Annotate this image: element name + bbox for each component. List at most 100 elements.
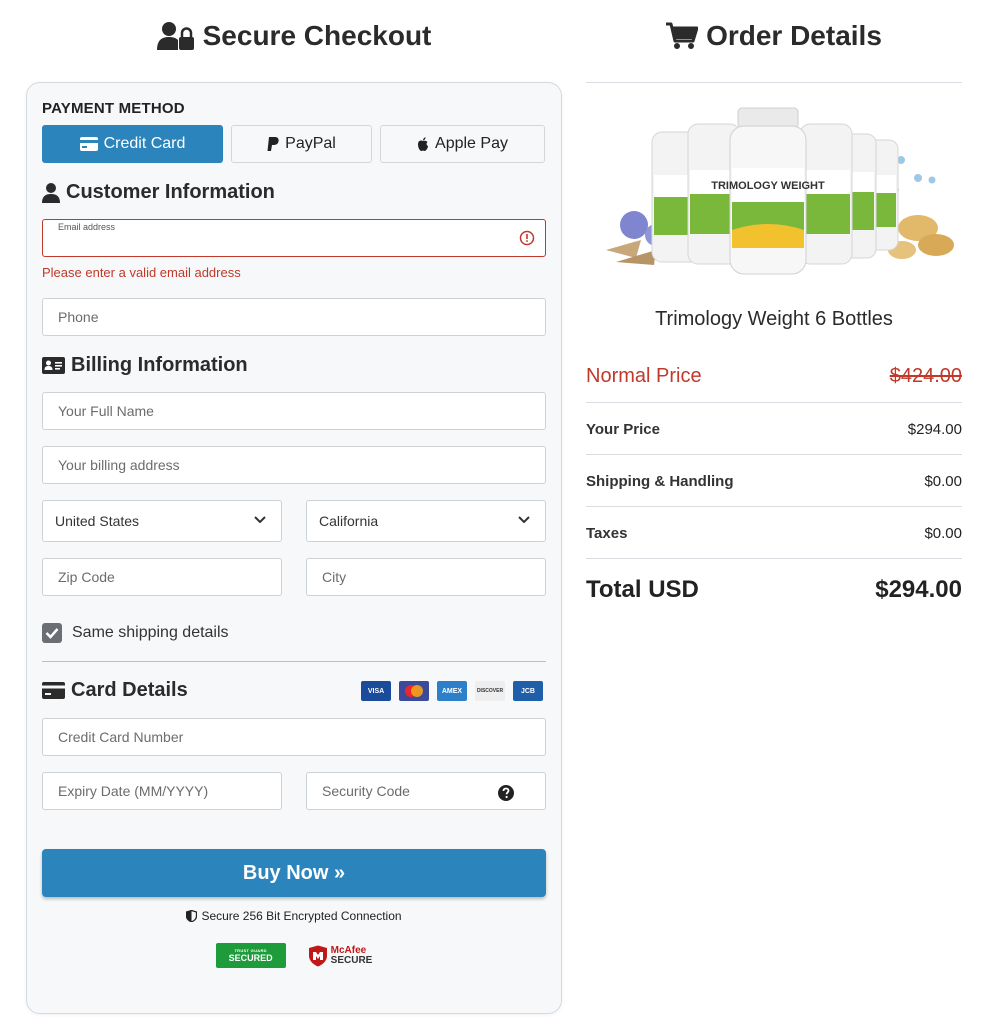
jcb-logo: JCB: [513, 681, 543, 701]
row-divider: [586, 402, 962, 403]
payment-method-label: PAYMENT METHOD: [42, 100, 185, 117]
bottle: [799, 123, 853, 265]
zip-code-field[interactable]: Zip Code: [42, 558, 282, 596]
mcafee-top-text: McAfee: [330, 944, 367, 956]
zip-code-placeholder: Zip Code: [58, 569, 115, 585]
apple-pay-label: Apple Pay: [435, 135, 508, 152]
mcafee-shield-icon: [308, 945, 327, 966]
checkout-panel: PAYMENT METHOD Credit Card PayPal Apple …: [26, 82, 562, 1014]
credit-card-button[interactable]: Credit Card: [42, 125, 223, 163]
row-divider: [586, 506, 962, 507]
secure-connection-text: Secure 256 Bit Encrypted Connection: [201, 909, 402, 923]
shipping-row: Shipping & Handling $0.00: [586, 470, 962, 492]
check-icon: [45, 628, 59, 639]
same-shipping-label: Same shipping details: [72, 624, 229, 641]
taxes-value: $0.00: [924, 524, 962, 542]
total-label: Total USD: [586, 576, 699, 603]
paypal-button[interactable]: PayPal: [231, 125, 372, 163]
cart-icon: [666, 22, 699, 49]
order-top-divider: [586, 82, 962, 83]
card-brands: VISA AMEX DISCOVER JCB: [353, 681, 543, 701]
jcb-text: JCB: [520, 687, 535, 695]
your-price-value: $294.00: [907, 420, 962, 438]
credit-card-icon: [42, 682, 65, 699]
mastercard-logo: [399, 681, 429, 701]
phone-placeholder: Phone: [58, 309, 99, 325]
apple-icon: [418, 137, 429, 151]
trust-badges: TRUST GUARD SECURED McAfee SECURE: [27, 943, 561, 968]
billing-information-heading: Billing Information: [42, 354, 248, 377]
discover-logo: DISCOVER: [475, 681, 505, 701]
mcafee-badge: McAfee SECURE: [308, 944, 373, 967]
chevron-down-icon: [518, 516, 530, 524]
normal-price-label: Normal Price: [586, 364, 702, 387]
full-name-placeholder: Your Full Name: [58, 403, 154, 419]
card-number-field[interactable]: Credit Card Number: [42, 718, 546, 756]
amex-logo: AMEX: [437, 681, 467, 701]
security-code-placeholder: Security Code: [322, 783, 410, 799]
order-title-text: Order Details: [706, 20, 882, 51]
expiry-date-placeholder: Expiry Date (MM/YYYY): [58, 783, 209, 799]
trusted-site-badge: TRUST GUARD SECURED: [215, 943, 286, 968]
checkout-title: Secure Checkout: [26, 16, 562, 56]
order-title: Order Details: [586, 16, 962, 56]
total-value: $294.00: [875, 576, 962, 603]
user-icon: [42, 182, 60, 203]
error-icon: [519, 230, 535, 246]
trusted-main-text: SECURED: [228, 953, 273, 963]
same-shipping-checkbox[interactable]: [42, 623, 62, 643]
city-field[interactable]: City: [306, 558, 546, 596]
taxes-label: Taxes: [586, 524, 628, 542]
state-select[interactable]: California: [306, 500, 546, 542]
customer-information-heading: Customer Information: [42, 181, 275, 204]
mastercard-icon: [405, 685, 423, 697]
secure-connection-note: Secure 256 Bit Encrypted Connection: [27, 909, 561, 923]
email-error-message: Please enter a valid email address: [42, 265, 241, 280]
your-price-row: Your Price $294.00: [586, 418, 962, 440]
apple-pay-button[interactable]: Apple Pay: [380, 125, 545, 163]
full-name-field[interactable]: Your Full Name: [42, 392, 546, 430]
country-value: United States: [55, 513, 140, 529]
card-details-heading: Card Details: [42, 679, 188, 702]
buy-now-label: Buy Now »: [242, 861, 346, 884]
question-circle-icon[interactable]: [498, 785, 514, 801]
security-code-field[interactable]: Security Code: [306, 772, 546, 810]
email-label: Email address: [58, 222, 116, 232]
product-name: Trimology Weight 6 Bottles: [655, 308, 893, 330]
taxes-row: Taxes $0.00: [586, 522, 962, 544]
checkout-title-text: Secure Checkout: [202, 20, 432, 51]
buy-now-button[interactable]: Buy Now »: [42, 849, 546, 897]
amex-text: AMEX: [441, 687, 463, 695]
row-divider: [586, 558, 962, 559]
country-select[interactable]: United States: [42, 500, 282, 542]
phone-field[interactable]: Phone: [42, 298, 546, 336]
same-shipping-row[interactable]: Same shipping details: [42, 623, 229, 643]
billing-information-text: Billing Information: [71, 354, 248, 376]
your-price-label: Your Price: [586, 420, 660, 438]
billing-address-field[interactable]: Your billing address: [42, 446, 546, 484]
expiry-date-field[interactable]: Expiry Date (MM/YYYY): [42, 772, 282, 810]
user-lock-icon: [156, 22, 194, 50]
chevron-down-icon: [254, 516, 266, 524]
mcafee-bottom-text: SECURE: [330, 954, 373, 966]
normal-price-row: Normal Price $424.00: [586, 362, 962, 390]
card-number-placeholder: Credit Card Number: [58, 729, 184, 745]
visa-text: VISA: [367, 687, 385, 695]
visa-logo: VISA: [361, 681, 391, 701]
card-details-text: Card Details: [71, 679, 188, 701]
shipping-label: Shipping & Handling: [586, 472, 734, 490]
paypal-icon: [267, 137, 279, 151]
credit-card-icon: [79, 137, 98, 151]
shipping-value: $0.00: [924, 472, 962, 490]
product-image: TRIMOLOGY WEIGHT: [606, 107, 954, 275]
normal-price-value: $424.00: [889, 364, 962, 387]
paypal-label: PayPal: [285, 135, 336, 152]
email-field[interactable]: Email address: [42, 219, 546, 257]
id-card-icon: [42, 357, 65, 374]
bottle-label-text: TRIMOLOGY WEIGHT: [711, 180, 825, 192]
billing-address-placeholder: Your billing address: [58, 457, 180, 473]
shield-icon: [186, 910, 198, 922]
state-value: California: [319, 513, 379, 529]
customer-information-text: Customer Information: [66, 181, 275, 203]
city-placeholder: City: [322, 569, 347, 585]
